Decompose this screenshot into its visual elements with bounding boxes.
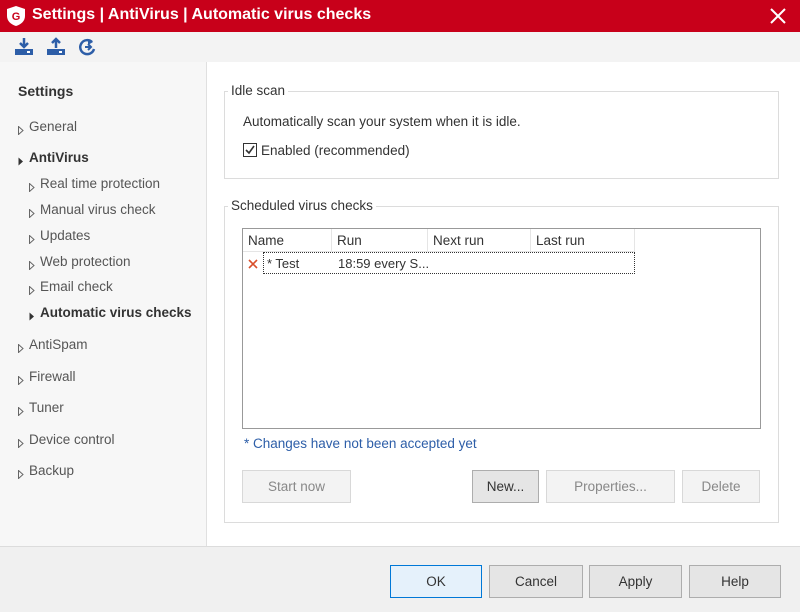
sidebar-item-label: Backup <box>29 463 75 478</box>
new-button[interactable]: New... <box>472 470 539 503</box>
title-bar: G Settings | AntiVirus | Automatic virus… <box>0 0 800 32</box>
close-icon <box>248 257 258 272</box>
expanded-arrow-icon <box>18 154 24 169</box>
sidebar-item-device-control[interactable]: Device control <box>18 432 115 449</box>
delete-button[interactable]: Delete <box>682 470 760 503</box>
sidebar-item-backup[interactable]: Backup <box>18 463 75 480</box>
row-name: * Test <box>267 256 300 271</box>
sidebar-item-label: Device control <box>29 432 115 447</box>
sidebar-item-manual-virus-check[interactable]: Manual virus check <box>29 202 156 219</box>
toolbar <box>0 32 800 62</box>
idle-scan-group <box>224 91 779 179</box>
sidebar-item-antispam[interactable]: AntiSpam <box>18 337 88 354</box>
collapsed-arrow-icon <box>29 180 35 195</box>
sidebar-item-tuner[interactable]: Tuner <box>18 400 64 417</box>
scheduled-checks-label: Scheduled virus checks <box>228 198 376 213</box>
table-row[interactable]: * Test 18:59 every S... <box>263 252 635 274</box>
column-header-name[interactable]: Name <box>243 229 332 252</box>
sidebar-item-label: AntiVirus <box>29 150 89 165</box>
sidebar-item-label: Updates <box>40 228 91 243</box>
column-header-last-run[interactable]: Last run <box>531 229 635 252</box>
sidebar-item-label: Web protection <box>40 254 131 269</box>
sidebar-item-updates[interactable]: Updates <box>29 228 91 245</box>
close-icon[interactable] <box>756 0 800 32</box>
sidebar-item-automatic-virus-checks[interactable]: Automatic virus checks <box>29 305 192 321</box>
svg-text:G: G <box>12 11 21 23</box>
collapsed-arrow-icon <box>18 373 24 388</box>
idle-scan-checkbox[interactable] <box>243 143 257 157</box>
sidebar-item-label: AntiSpam <box>29 337 88 352</box>
properties-button[interactable]: Properties... <box>546 470 675 503</box>
gdata-logo-icon: G <box>6 5 26 27</box>
collapsed-arrow-icon <box>29 258 35 273</box>
export-icon[interactable] <box>44 36 68 58</box>
sidebar-item-real-time-protection[interactable]: Real time protection <box>29 176 161 193</box>
idle-scan-checkbox-label[interactable]: Enabled (recommended) <box>261 143 410 158</box>
collapsed-arrow-icon <box>18 341 24 356</box>
sidebar-item-email-check[interactable]: Email check <box>29 279 113 296</box>
sidebar-item-label: Tuner <box>29 400 64 415</box>
sidebar-item-web-protection[interactable]: Web protection <box>29 254 131 271</box>
sidebar-item-label: Email check <box>40 279 113 294</box>
idle-scan-label: Idle scan <box>228 83 289 98</box>
collapsed-arrow-icon <box>18 123 24 138</box>
sidebar-item-label: General <box>29 119 78 134</box>
help-button[interactable]: Help <box>689 565 781 598</box>
collapsed-arrow-icon <box>18 436 24 451</box>
selected-arrow-icon <box>29 309 35 324</box>
collapsed-arrow-icon <box>29 283 35 298</box>
sidebar-title: Settings <box>18 83 74 99</box>
sidebar-item-antivirus[interactable]: AntiVirus <box>18 150 89 166</box>
collapsed-arrow-icon <box>18 404 24 419</box>
sidebar-item-label: Real time protection <box>40 176 161 191</box>
collapsed-arrow-icon <box>18 467 24 482</box>
restore-defaults-icon[interactable] <box>76 36 100 58</box>
list-header: Name Run Next run Last run <box>243 229 635 252</box>
sidebar-item-label: Firewall <box>29 369 76 384</box>
checkmark-icon <box>245 145 255 155</box>
sidebar-item-label: Manual virus check <box>40 202 156 217</box>
changes-note: * Changes have not been accepted yet <box>244 436 477 451</box>
scheduled-checks-list[interactable]: Name Run Next run Last run * Test 18:59 … <box>242 228 761 429</box>
start-now-button[interactable]: Start now <box>242 470 351 503</box>
apply-button[interactable]: Apply <box>589 565 682 598</box>
column-header-run[interactable]: Run <box>332 229 428 252</box>
idle-scan-description: Automatically scan your system when it i… <box>243 114 521 129</box>
sidebar-item-label: Automatic virus checks <box>40 305 192 320</box>
import-icon[interactable] <box>12 36 36 58</box>
collapsed-arrow-icon <box>29 232 35 247</box>
row-run: 18:59 every S... <box>338 256 430 271</box>
sidebar-item-general[interactable]: General <box>18 119 78 136</box>
window-title: Settings | AntiVirus | Automatic virus c… <box>32 6 372 23</box>
ok-button[interactable]: OK <box>390 565 482 598</box>
collapsed-arrow-icon <box>29 206 35 221</box>
sidebar-item-firewall[interactable]: Firewall <box>18 369 76 386</box>
cancel-button[interactable]: Cancel <box>489 565 583 598</box>
column-header-next-run[interactable]: Next run <box>428 229 531 252</box>
